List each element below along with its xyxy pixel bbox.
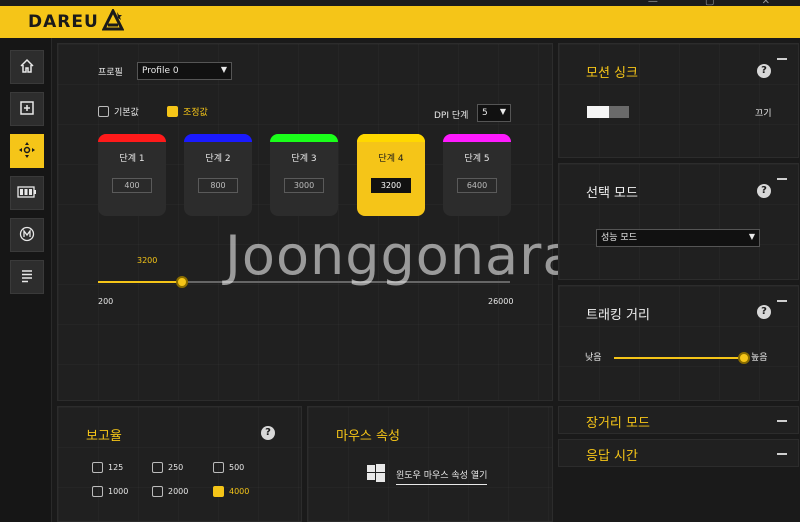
sidebar-item-macro[interactable]: [10, 218, 44, 252]
dpi-stage-dropdown[interactable]: 5 ▼: [477, 104, 511, 122]
stage-color-bar: [98, 134, 166, 142]
tracking-panel: [558, 285, 799, 401]
rate-option-label: 2000: [168, 487, 189, 496]
profile-label: 프로필: [98, 68, 123, 78]
tracking-slider-fill: [614, 357, 744, 359]
open-mouse-properties-link[interactable]: 윈도우 마우스 속성 열기: [396, 468, 488, 485]
profile-dropdown[interactable]: Profile 0 ▼: [137, 62, 232, 80]
plus-square-icon: [19, 100, 35, 119]
tracking-slider-handle[interactable]: [738, 352, 750, 364]
select-mode-title: 선택 모드: [586, 186, 638, 201]
tracking-title: 트래킹 거리: [586, 308, 650, 323]
tracking-high-label: 높음: [751, 353, 768, 363]
select-mode-panel: [558, 163, 799, 280]
dpi-stage-label: DPI 단계: [434, 111, 469, 121]
custom-checkbox[interactable]: [167, 106, 178, 117]
chevron-down-icon: ▼: [499, 107, 506, 116]
sidebar-item-list[interactable]: [10, 260, 44, 294]
sidebar-item-battery[interactable]: [10, 176, 44, 210]
rate-option-125-checkbox[interactable]: [92, 462, 103, 473]
sidebar-item-add[interactable]: [10, 92, 44, 126]
brand-logo-mark-icon: [101, 7, 125, 36]
chevron-down-icon: ▼: [220, 65, 227, 74]
dpi-slider-value: 3200: [137, 256, 158, 265]
dpi-stage-value: 5: [482, 108, 488, 118]
rate-option-500-checkbox[interactable]: [213, 462, 224, 473]
rate-option-1000-checkbox[interactable]: [92, 486, 103, 497]
toggle-knob: [587, 106, 609, 118]
stage-label: 단계 5: [464, 154, 490, 164]
rate-option-label: 1000: [108, 487, 129, 496]
rate-option-label: 500: [229, 463, 245, 472]
help-icon[interactable]: ?: [757, 184, 771, 198]
dpi-slider-handle[interactable]: [175, 276, 188, 288]
brand-logo: DAREU: [28, 12, 99, 32]
rate-option-label: 125: [108, 463, 124, 472]
watermark-text: Joonggonara: [225, 224, 577, 287]
stage-label: 단계 2: [205, 154, 231, 164]
motion-sync-panel: [558, 43, 799, 158]
stage-value-input[interactable]: 800: [198, 178, 238, 193]
sidebar-item-dpi[interactable]: [10, 134, 44, 168]
help-icon[interactable]: ?: [757, 64, 771, 78]
mouse-props-panel: [307, 406, 553, 522]
default-label: 기본값: [114, 108, 139, 118]
stage-value-input[interactable]: 3200: [371, 178, 411, 193]
list-icon: [19, 268, 35, 287]
battery-icon: [17, 185, 37, 201]
custom-label: 조정값: [183, 108, 208, 118]
stage-value-input[interactable]: 400: [112, 178, 152, 193]
long-range-title: 장거리 모드: [586, 416, 650, 431]
profile-value: Profile 0: [142, 66, 179, 76]
stage-color-bar: [357, 134, 425, 142]
collapse-icon[interactable]: [777, 420, 787, 422]
stage-color-bar: [184, 134, 252, 142]
motion-sync-state: 끄기: [755, 109, 772, 119]
dpi-stage-card-5[interactable]: 단계 5 6400: [443, 134, 511, 216]
windows-logo-icon: [367, 464, 385, 485]
sidebar-item-home[interactable]: [10, 50, 44, 84]
stage-label: 단계 3: [291, 154, 317, 164]
chevron-down-icon: ▼: [748, 232, 755, 241]
response-title: 응답 시간: [586, 449, 638, 464]
dpi-stage-card-1[interactable]: 단계 1 400: [98, 134, 166, 216]
report-rate-title: 보고율: [86, 429, 122, 444]
dpi-slider-fill: [98, 281, 182, 283]
stage-label: 단계 4: [378, 154, 404, 164]
home-icon: [19, 58, 35, 77]
select-mode-dropdown[interactable]: 성능 모드 ▼: [596, 229, 760, 247]
rate-option-label: 250: [168, 463, 184, 472]
sidebar: [0, 38, 52, 522]
dpi-stage-card-4[interactable]: 단계 4 3200: [357, 134, 425, 216]
stage-value-input[interactable]: 3000: [284, 178, 324, 193]
collapse-icon[interactable]: [777, 453, 787, 455]
tracking-low-label: 낮음: [585, 353, 602, 363]
rate-option-250-checkbox[interactable]: [152, 462, 163, 473]
dpi-panel: [57, 43, 553, 401]
rate-option-4000-checkbox[interactable]: [213, 486, 224, 497]
mouse-props-title: 마우스 속성: [336, 429, 400, 444]
collapse-icon[interactable]: [777, 300, 787, 302]
stage-color-bar: [443, 134, 511, 142]
select-mode-value: 성능 모드: [601, 233, 637, 243]
help-icon[interactable]: ?: [261, 426, 275, 440]
dpi-slider-max: 26000: [488, 297, 514, 306]
collapse-icon[interactable]: [777, 58, 787, 60]
macro-m-icon: [19, 226, 35, 245]
stage-value-input[interactable]: 6400: [457, 178, 497, 193]
dpi-slider-min: 200: [98, 297, 114, 306]
stage-color-bar: [270, 134, 338, 142]
move-arrows-icon: [18, 141, 36, 162]
motion-sync-title: 모션 싱크: [586, 66, 638, 81]
stage-label: 단계 1: [119, 154, 145, 164]
rate-option-label: 4000: [229, 487, 250, 496]
motion-sync-toggle[interactable]: [587, 106, 629, 118]
dpi-stage-card-3[interactable]: 단계 3 3000: [270, 134, 338, 216]
dpi-stage-card-2[interactable]: 단계 2 800: [184, 134, 252, 216]
help-icon[interactable]: ?: [757, 305, 771, 319]
collapse-icon[interactable]: [777, 178, 787, 180]
rate-option-2000-checkbox[interactable]: [152, 486, 163, 497]
default-checkbox[interactable]: [98, 106, 109, 117]
